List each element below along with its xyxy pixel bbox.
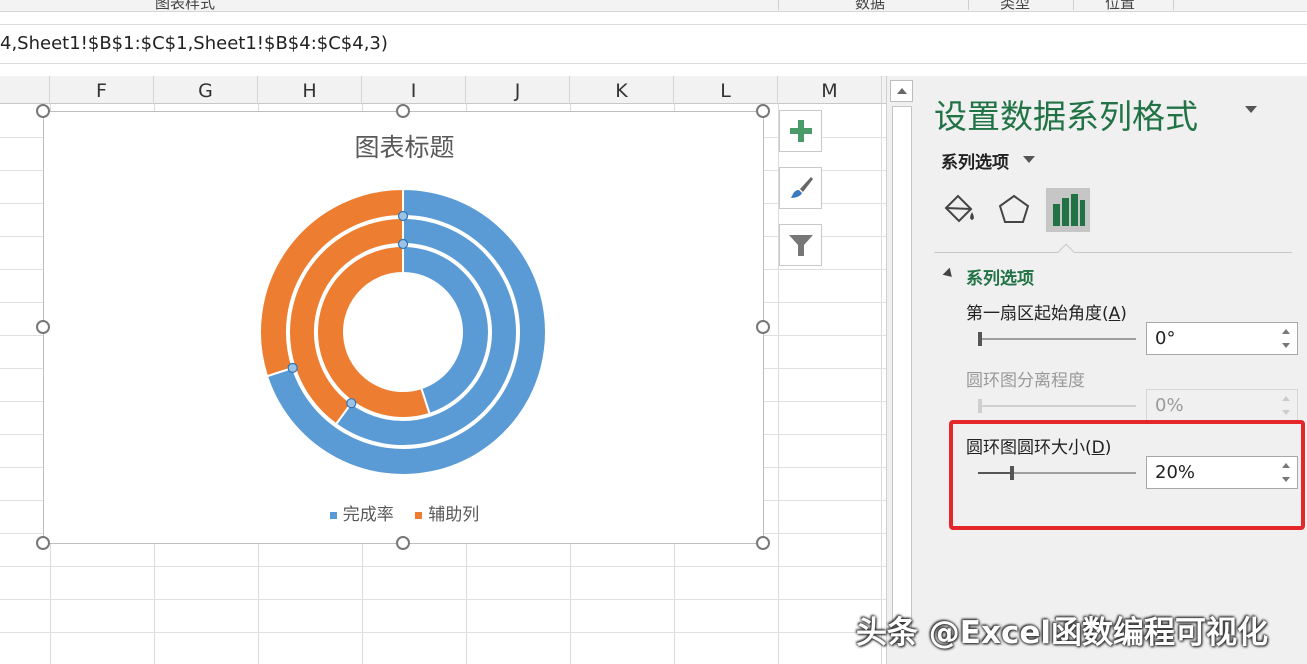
tab-effects[interactable] bbox=[992, 188, 1036, 232]
formula-bar[interactable]: 4,Sheet1!$B$1:$C$1,Sheet1!$B$4:$C$4,3) bbox=[0, 24, 1307, 64]
column-header-f[interactable]: F bbox=[50, 76, 154, 104]
slider-thumb bbox=[978, 399, 982, 413]
brush-icon bbox=[791, 177, 813, 198]
doughnut-explosion-label: 圆环图分离程度 bbox=[966, 371, 1085, 391]
column-header-j[interactable]: J bbox=[466, 76, 570, 104]
ribbon-group-data[interactable]: 数据 bbox=[855, 0, 885, 11]
ribbon-separator bbox=[778, 0, 779, 10]
format-data-series-pane: 设置数据系列格式 系列选项 系列选项 第一扇区起始角度(A) 0° 圆环图分离程… bbox=[916, 76, 1307, 664]
tab-pointer bbox=[1057, 243, 1075, 261]
spin-arrows[interactable] bbox=[1281, 325, 1293, 352]
ribbon-separator bbox=[1073, 0, 1074, 10]
legend-item-helper[interactable]: 辅助列 bbox=[415, 500, 479, 525]
slider-thumb[interactable] bbox=[978, 332, 982, 346]
chart-elements-button[interactable] bbox=[779, 110, 822, 152]
label-text: 第一扇区起始角度( bbox=[966, 304, 1109, 324]
filter-icon bbox=[789, 235, 813, 256]
tab-series-options[interactable] bbox=[1046, 188, 1090, 232]
series-selection-marker[interactable] bbox=[346, 398, 357, 409]
legend-swatch-blue bbox=[329, 511, 337, 519]
fill-bucket-icon bbox=[944, 194, 974, 223]
tab-fill-line[interactable] bbox=[938, 188, 982, 232]
resize-handle-bottom[interactable] bbox=[396, 536, 410, 550]
series-selection-marker[interactable] bbox=[397, 210, 409, 222]
ribbon-group-type[interactable]: 类型 bbox=[1000, 0, 1030, 11]
first-slice-angle-label: 第一扇区起始角度(A) bbox=[966, 299, 1127, 324]
column-header-k[interactable]: K bbox=[570, 76, 674, 104]
ribbon-group-location[interactable]: 位置 bbox=[1105, 0, 1135, 11]
resize-handle-bottom-right[interactable] bbox=[756, 536, 770, 550]
arrow-up-icon bbox=[897, 88, 907, 94]
legend-swatch-orange bbox=[415, 511, 423, 519]
first-slice-angle-slider[interactable] bbox=[978, 332, 1136, 346]
watermark: 头条 @Excel函数编程可视化 bbox=[856, 615, 1268, 651]
chart-filters-button[interactable] bbox=[779, 224, 822, 266]
series-selection-marker[interactable] bbox=[397, 238, 409, 250]
series-options-dropdown[interactable]: 系列选项 bbox=[941, 148, 1009, 173]
resize-handle-right[interactable] bbox=[756, 320, 770, 334]
doughnut-plot[interactable] bbox=[44, 112, 765, 545]
grid-line bbox=[0, 599, 886, 600]
ribbon: 图表样式 数据 类型 位置 bbox=[0, 0, 1307, 12]
chart-legend[interactable]: 完成率 辅助列 bbox=[44, 500, 765, 525]
spin-arrows bbox=[1281, 392, 1293, 419]
red-highlight-annotation bbox=[949, 420, 1305, 530]
ribbon-group-chart-styles[interactable]: 图表样式 bbox=[155, 0, 215, 11]
formula-text[interactable]: 4,Sheet1!$B$1:$C$1,Sheet1!$B$4:$C$4,3) bbox=[0, 33, 388, 54]
pane-menu-chevron-icon[interactable] bbox=[1245, 106, 1257, 113]
spin-up-icon[interactable] bbox=[1282, 329, 1290, 334]
spin-value: 0% bbox=[1155, 395, 1184, 416]
legend-label: 完成率 bbox=[342, 505, 394, 525]
doughnut-rings[interactable] bbox=[259, 187, 547, 476]
scroll-up-button[interactable] bbox=[890, 80, 913, 102]
grid-line bbox=[0, 566, 886, 567]
first-slice-angle-input[interactable]: 0° bbox=[1146, 322, 1298, 355]
doughnut-chart[interactable]: 图表标题 完成率 辅助列 bbox=[43, 111, 764, 544]
label-text: ) bbox=[1120, 304, 1127, 324]
doughnut-explosion-slider bbox=[978, 399, 1136, 413]
spin-value[interactable]: 0° bbox=[1155, 328, 1175, 349]
column-header-e[interactable]: E bbox=[0, 76, 50, 104]
plus-icon bbox=[790, 120, 812, 142]
vertical-scrollbar[interactable] bbox=[886, 76, 916, 664]
column-header-h[interactable]: H bbox=[258, 76, 362, 104]
column-header-m[interactable]: M bbox=[778, 76, 882, 104]
scroll-thumb[interactable] bbox=[892, 106, 912, 636]
ribbon-separator bbox=[968, 0, 969, 10]
chevron-down-icon[interactable] bbox=[1023, 156, 1035, 163]
spin-down-icon[interactable] bbox=[1282, 343, 1290, 348]
column-header-g[interactable]: G bbox=[154, 76, 258, 104]
series-selection-marker[interactable] bbox=[287, 362, 298, 373]
excel-window: 图表样式 数据 类型 位置 4,Sheet1!$B$1:$C$1,Sheet1!… bbox=[0, 0, 1307, 664]
resize-handle-bottom-left[interactable] bbox=[36, 536, 50, 550]
legend-item-completion[interactable]: 完成率 bbox=[329, 500, 394, 525]
access-key: A bbox=[1108, 304, 1121, 324]
bar-chart-icon bbox=[1053, 194, 1085, 226]
resize-handle-top-right[interactable] bbox=[756, 104, 770, 118]
grid-line bbox=[881, 104, 882, 664]
resize-handle-left[interactable] bbox=[36, 320, 50, 334]
resize-handle-top[interactable] bbox=[396, 104, 410, 118]
chart-styles-button[interactable] bbox=[779, 167, 822, 209]
section-series-options[interactable]: 系列选项 bbox=[966, 264, 1034, 289]
column-header-l[interactable]: L bbox=[674, 76, 778, 104]
collapse-triangle-icon[interactable] bbox=[942, 267, 956, 281]
pentagon-icon bbox=[998, 194, 1030, 223]
pane-divider bbox=[934, 252, 1292, 253]
spin-up-icon bbox=[1282, 396, 1290, 401]
column-header-row: E F G H I J K L M bbox=[0, 76, 886, 104]
grid-line bbox=[0, 632, 886, 633]
column-header-i[interactable]: I bbox=[362, 76, 466, 104]
spin-down-icon bbox=[1282, 410, 1290, 415]
doughnut-explosion-input: 0% bbox=[1146, 389, 1298, 422]
resize-handle-top-left[interactable] bbox=[36, 104, 50, 118]
ribbon-separator bbox=[1173, 0, 1174, 10]
pane-title: 设置数据系列格式 bbox=[934, 97, 1198, 136]
legend-label: 辅助列 bbox=[428, 505, 480, 525]
